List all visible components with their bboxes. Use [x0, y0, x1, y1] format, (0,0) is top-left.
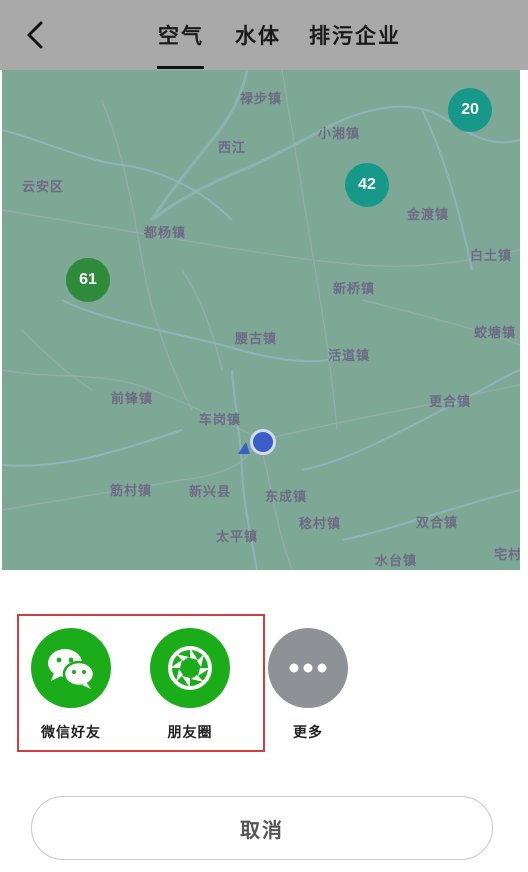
active-tab-indicator	[157, 66, 204, 69]
place-label: 西江	[218, 141, 247, 156]
place-label: 东成镇	[265, 490, 308, 505]
place-label: 都杨镇	[144, 226, 187, 241]
share-label: 朋友圈	[167, 725, 213, 741]
place-label: 更合镇	[429, 395, 472, 410]
place-label: 白土镇	[470, 249, 513, 264]
place-label: 前锋镇	[111, 392, 154, 407]
aqi-cluster-marker[interactable]: 20	[448, 88, 492, 132]
place-label: 蛟塘镇	[474, 326, 517, 341]
location-arrow-icon	[238, 442, 250, 454]
cancel-button[interactable]: 取消	[31, 796, 493, 860]
tab-polluting-enterprises[interactable]: 排污企业	[309, 20, 401, 50]
place-label: 太平镇	[216, 530, 259, 545]
map-roads-rivers	[2, 70, 520, 570]
more-icon	[268, 628, 348, 708]
place-label: 新桥镇	[333, 282, 376, 297]
current-location-icon[interactable]	[250, 429, 276, 455]
place-label: 双合镇	[416, 516, 459, 531]
tab-bar: 空气 水体 排污企业	[0, 0, 528, 70]
place-label: 水台镇	[375, 554, 418, 569]
map-view[interactable]: 禄步镇 西江 小湘镇 云安区 金渡镇 都杨镇 白土镇 新桥镇 腰古镇 蛟塘镇 活…	[2, 70, 520, 570]
moments-icon	[150, 628, 230, 708]
place-label: 新兴县	[189, 485, 232, 500]
place-label: 活道镇	[328, 349, 371, 364]
aqi-cluster-marker[interactable]: 42	[345, 163, 389, 207]
share-sheet: 微信好友 朋友圈 更多 取消	[0, 570, 528, 872]
aqi-cluster-marker[interactable]: 61	[66, 258, 110, 302]
place-label: 筋村镇	[110, 484, 153, 499]
share-label: 微信好友	[41, 725, 101, 741]
place-label: 金渡镇	[407, 208, 450, 223]
place-label: 禄步镇	[240, 92, 283, 107]
share-moments[interactable]: 朋友圈	[150, 628, 230, 742]
place-label: 腰古镇	[235, 332, 278, 347]
share-more[interactable]: 更多	[268, 628, 348, 742]
share-wechat-friends[interactable]: 微信好友	[31, 628, 111, 742]
top-bar: 空气 水体 排污企业	[0, 0, 528, 70]
wechat-icon	[31, 628, 111, 708]
place-label: 车岗镇	[199, 413, 242, 428]
share-label: 更多	[293, 725, 323, 741]
place-label: 云安区	[22, 180, 65, 195]
tab-water[interactable]: 水体	[235, 20, 281, 50]
place-label: 宅村	[494, 548, 520, 563]
place-label: 小湘镇	[318, 127, 361, 142]
place-label: 稔村镇	[299, 517, 342, 532]
tab-air[interactable]: 空气	[158, 20, 204, 50]
